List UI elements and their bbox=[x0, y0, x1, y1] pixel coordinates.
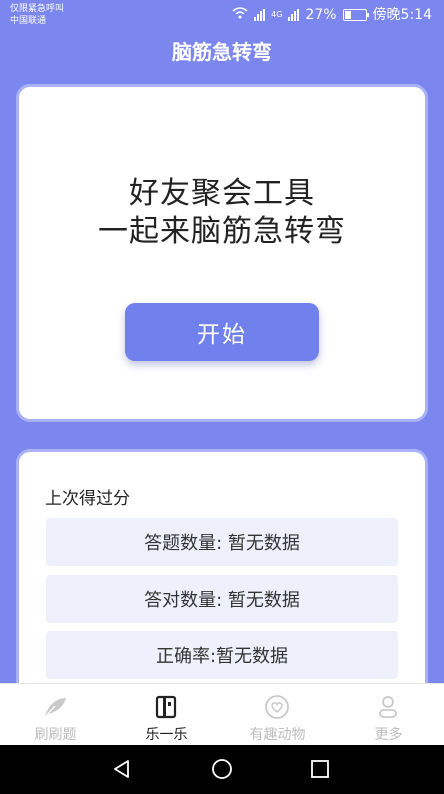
page-title: 脑筋急转弯 bbox=[172, 40, 272, 64]
recents-icon[interactable] bbox=[308, 757, 332, 781]
battery-icon bbox=[342, 9, 369, 21]
correct-count-row: 答对数量: 暂无数据 bbox=[46, 575, 398, 623]
tab-fun[interactable]: 乐一乐 bbox=[111, 684, 222, 746]
home-icon[interactable] bbox=[210, 757, 234, 781]
clock: 傍晚5:14 bbox=[372, 7, 432, 23]
tab-practice[interactable]: 刷刷题 bbox=[0, 684, 111, 746]
hero-card: 好友聚会工具 一起来脑筋急转弯 开始 bbox=[16, 84, 428, 422]
wifi-icon bbox=[232, 6, 248, 24]
tab-fun-label: 乐一乐 bbox=[145, 727, 188, 743]
back-icon[interactable] bbox=[110, 757, 134, 781]
signal-icon bbox=[254, 9, 266, 21]
carrier-line2: 中国联通 bbox=[10, 16, 47, 26]
tab-more-label: 更多 bbox=[374, 727, 403, 743]
heart-icon bbox=[263, 694, 291, 720]
hero-line1: 好友聚会工具 bbox=[129, 176, 315, 211]
network-type: 4G bbox=[271, 10, 283, 19]
tab-animals[interactable]: 有趣动物 bbox=[222, 684, 333, 746]
carrier-line1: 仅限紧急呼叫 bbox=[10, 4, 65, 14]
signal-icon-2 bbox=[288, 9, 300, 21]
hero-line2: 一起来脑筋急转弯 bbox=[98, 214, 346, 249]
last-score-card: 上次得过分 答题数量: 暂无数据 答对数量: 暂无数据 正确率:暂无数据 bbox=[16, 449, 428, 709]
status-bar: 仅限紧急呼叫 中国联通 4G 27% 傍晚5:14 bbox=[0, 0, 444, 32]
tab-practice-label: 刷刷题 bbox=[34, 727, 77, 743]
tab-animals-label: 有趣动物 bbox=[249, 727, 306, 743]
bottom-tab-bar: 刷刷题 乐一乐 有趣动物 更多 bbox=[0, 683, 444, 746]
accuracy-row: 正确率:暂无数据 bbox=[46, 631, 398, 679]
system-nav-bar bbox=[0, 745, 444, 794]
battery-percent: 27% bbox=[305, 7, 337, 23]
person-icon bbox=[374, 694, 402, 720]
answer-count-row: 答题数量: 暂无数据 bbox=[46, 518, 398, 566]
carrier-info: 仅限紧急呼叫 中国联通 bbox=[10, 3, 64, 27]
status-icons: 4G 27% 傍晚5:14 bbox=[232, 6, 432, 24]
start-button[interactable]: 开始 bbox=[125, 303, 319, 361]
last-score-title: 上次得过分 bbox=[45, 489, 130, 509]
book-icon bbox=[152, 694, 180, 720]
feather-icon bbox=[41, 694, 69, 720]
tab-more[interactable]: 更多 bbox=[333, 684, 444, 746]
